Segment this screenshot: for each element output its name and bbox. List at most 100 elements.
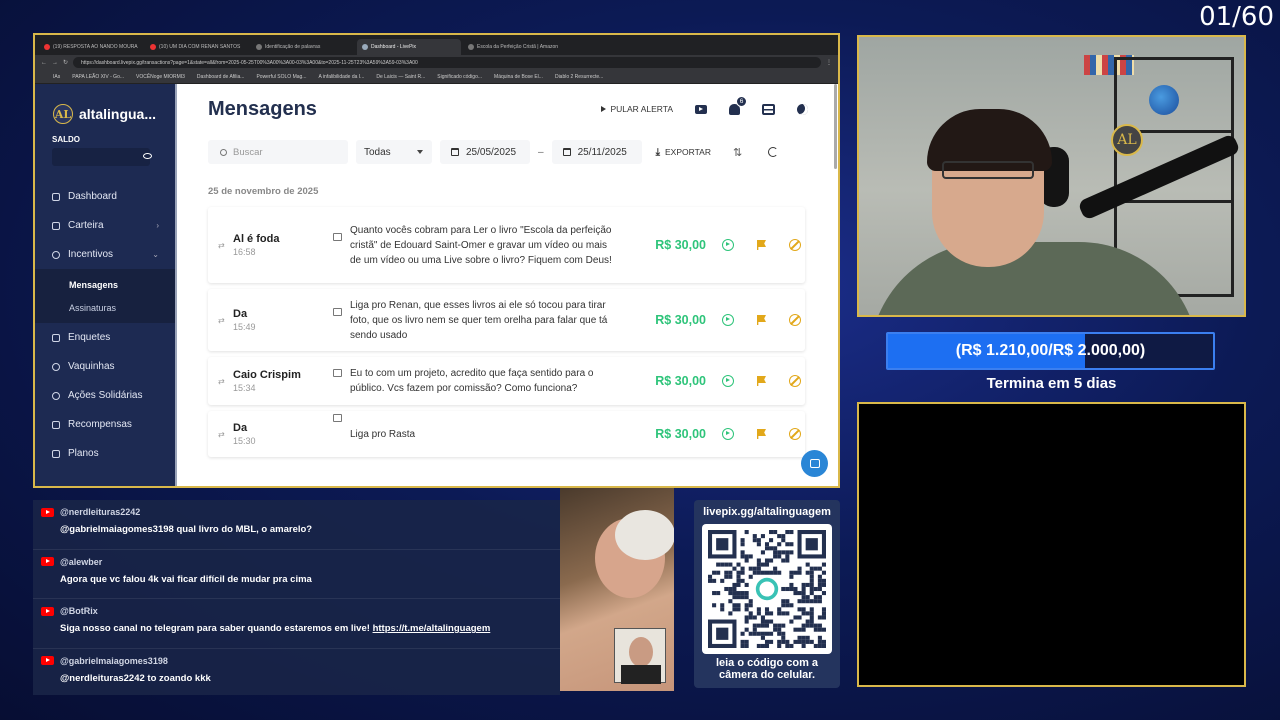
reload-icon[interactable]: ↻: [63, 59, 68, 66]
eye-icon[interactable]: [143, 153, 152, 159]
forward-icon[interactable]: →: [52, 60, 58, 66]
message-row[interactable]: ⇄ Al é foda 16:58 Quanto vocês cobram pa…: [208, 207, 805, 283]
block-icon[interactable]: [789, 239, 801, 251]
message-time: 16:58: [233, 247, 256, 257]
url-field[interactable]: https://dashboard.livepix.gg/transaction…: [73, 57, 821, 68]
goal-ends-label: Termina em 5 dias: [986, 375, 1117, 392]
youtube-icon: [41, 656, 54, 665]
flag-icon[interactable]: [757, 429, 766, 439]
youtube-icon[interactable]: [695, 104, 707, 114]
extensions-icon[interactable]: ⋮: [826, 59, 832, 66]
sync-icon[interactable]: ⇅: [733, 146, 742, 159]
date-separator: –: [538, 146, 544, 158]
browser-tab-active[interactable]: Dashboard - LivePix: [357, 39, 461, 55]
flag-icon[interactable]: [757, 376, 766, 386]
date-from-field[interactable]: 25/05/2025: [440, 140, 530, 164]
page-title: Mensagens: [208, 97, 317, 120]
sidebar-item-acoes-solidarias[interactable]: Ações Solidárias: [35, 381, 177, 410]
transfer-icon: ⇄: [218, 429, 225, 439]
message-text: Liga pro Rasta: [350, 428, 416, 440]
crowdfund-icon: [52, 362, 60, 371]
block-icon[interactable]: [789, 375, 801, 387]
browser-tab[interactable]: (19) RESPOSTA AO NANDO MOURA: [39, 39, 143, 55]
sidebar-item-planos[interactable]: Planos: [35, 439, 177, 468]
live-chat: @nerdleituras2242 @gabrielmaiagomes3198 …: [33, 500, 560, 695]
bookmark-item[interactable]: VOCÊNoge MIORMI3: [136, 74, 185, 80]
back-icon[interactable]: ←: [41, 60, 47, 66]
sidebar-subitem-mensagens[interactable]: Mensagens: [35, 273, 177, 296]
message-text: Eu to com um projeto, acredito que faça …: [350, 368, 594, 394]
chat-text: Agora que vc falou 4k vai ficar difícil …: [60, 573, 312, 585]
search-input[interactable]: Buscar: [208, 140, 348, 164]
tab-bar: (19) RESPOSTA AO NANDO MOURA (10) UM DIA…: [35, 35, 838, 55]
chevron-right-icon: ›: [156, 221, 159, 230]
sidebar-item-incentivos[interactable]: Incentivos ⌄: [35, 240, 177, 269]
play-icon[interactable]: [722, 314, 734, 326]
video-inset-photo: [614, 628, 666, 684]
bookmark-item[interactable]: De Laicis — Saint R...: [376, 74, 425, 80]
message-row[interactable]: ⇄ Caio Crispim 15:34 Eu to com um projet…: [208, 357, 805, 405]
browser-tab[interactable]: (10) UM DIA COM RENAN SANTOS: [145, 39, 249, 55]
browser-tab[interactable]: Identificação de palavras: [251, 39, 355, 55]
message-amount: R$ 30,00: [655, 238, 706, 252]
support-chat-button[interactable]: [801, 450, 828, 477]
play-icon[interactable]: [722, 375, 734, 387]
block-icon[interactable]: [789, 314, 801, 326]
sidebar-item-carteira[interactable]: Carteira ›: [35, 211, 177, 240]
flag-icon[interactable]: [757, 240, 766, 250]
message-icon: [333, 308, 342, 316]
bookmark-item[interactable]: A infalibilidade da I...: [318, 74, 364, 80]
message-row[interactable]: ⇄ Da 15:49 Liga pro Renan, que esses liv…: [208, 289, 805, 351]
calendar-icon: [562, 148, 571, 156]
page-scrollbar[interactable]: [834, 84, 837, 169]
flag-icon[interactable]: [757, 315, 766, 325]
skip-alert-button[interactable]: PULAR ALERTA: [601, 104, 673, 114]
message-icon: [333, 414, 342, 422]
chat-text: Siga nosso canal no telegram para saber …: [60, 623, 491, 634]
chat-username: @alewber: [60, 556, 103, 567]
message-text: Quanto vocês cobram para Ler o livro "Es…: [350, 224, 612, 266]
youtube-icon: [41, 507, 54, 517]
message-time: 15:30: [233, 436, 256, 446]
play-icon[interactable]: [722, 428, 734, 440]
brand-name: altalingua...: [79, 106, 157, 122]
search-icon: [220, 148, 227, 156]
bell-icon[interactable]: 6: [729, 95, 747, 115]
bookmark-item[interactable]: Significado código...: [437, 74, 482, 80]
chat-username: @BotRix: [60, 606, 98, 616]
reward-icon: [52, 420, 60, 429]
export-button[interactable]: ⤓ EXPORTAR: [656, 147, 711, 158]
message-icon: [333, 369, 342, 377]
status-select[interactable]: Todas: [356, 140, 432, 164]
bookmark-item[interactable]: Diablo 2 Resurrecte...: [555, 74, 603, 80]
brand[interactable]: AL altalingua...: [35, 104, 177, 124]
sidebar-subitem-assinaturas[interactable]: Assinaturas: [35, 296, 177, 319]
bookmark-item[interactable]: IAs: [53, 74, 60, 80]
message-time: 15:49: [233, 322, 256, 332]
dashboard-app: AL altalingua... SALDO Dashboard Carteir…: [35, 84, 838, 486]
telegram-link[interactable]: https://t.me/altalinguagem: [373, 623, 491, 634]
block-icon[interactable]: [789, 428, 801, 440]
date-to-field[interactable]: 25/11/2025: [551, 140, 642, 164]
sidebar-item-enquetes[interactable]: Enquetes: [35, 323, 177, 352]
browser-tab[interactable]: Escola da Perfeição Cristã | Amazon: [463, 39, 567, 55]
play-icon[interactable]: [722, 239, 734, 251]
qr-panel: livepix.gg/altalinguagem leia o código c…: [694, 500, 840, 688]
sidebar-item-dashboard[interactable]: Dashboard: [35, 182, 177, 211]
main-content: Mensagens PULAR ALERTA 6 Buscar Todas 25…: [177, 84, 838, 486]
sidebar-item-recompensas[interactable]: Recompensas: [35, 410, 177, 439]
refresh-icon[interactable]: [768, 147, 779, 157]
bookmark-item[interactable]: Dashboard de Afilia...: [197, 74, 245, 80]
page-icon: [468, 44, 474, 50]
saldo-value-hidden: [52, 148, 152, 166]
dark-mode-icon[interactable]: [797, 103, 808, 115]
sidebar-item-vaquinhas[interactable]: Vaquinhas: [35, 352, 177, 381]
slide-counter: 01/60: [1199, 2, 1274, 32]
layout-icon[interactable]: [762, 103, 775, 115]
youtube-icon: [44, 44, 50, 50]
message-row[interactable]: ⇄ Da 15:30 Liga pro Rasta R$ 30,00: [208, 411, 805, 457]
transfer-icon: ⇄: [218, 376, 225, 386]
bookmark-item[interactable]: Powerful SOLO Mag...: [256, 74, 306, 80]
bookmark-item[interactable]: Máquina de Bose El...: [494, 74, 543, 80]
bookmark-item[interactable]: PAPA LEÃO XIV - Go...: [72, 74, 124, 80]
